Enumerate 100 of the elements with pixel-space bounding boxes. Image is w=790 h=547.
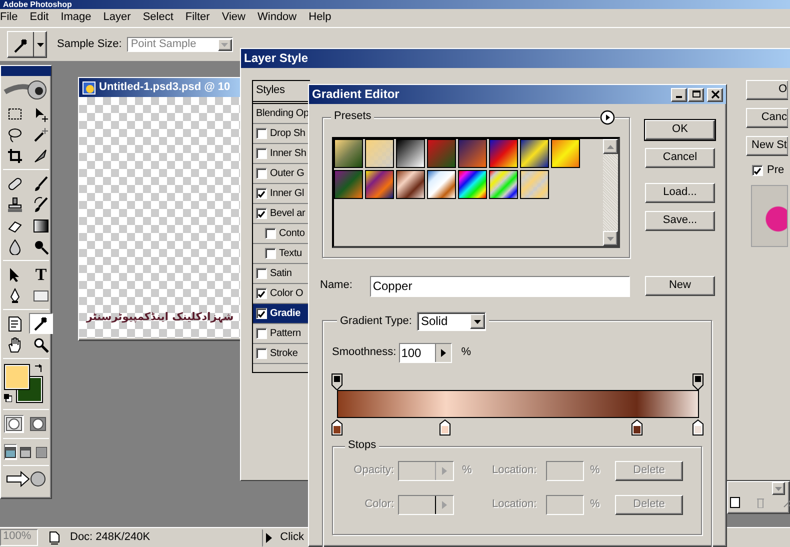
- mask-mode-button[interactable]: [28, 415, 48, 433]
- gradient-swatch[interactable]: [551, 139, 580, 168]
- arrow-circle-icon: [600, 110, 615, 125]
- tool-preset-button[interactable]: [7, 31, 47, 58]
- stamp-icon: [7, 196, 23, 212]
- jump-to-button[interactable]: [4, 469, 48, 489]
- dialog-title: Layer Style: [244, 51, 308, 66]
- tool-button[interactable]: T: [29, 264, 53, 285]
- preview-checkbox[interactable]: [752, 165, 763, 176]
- checkbox[interactable]: [256, 128, 267, 139]
- dialog-button[interactable]: O: [746, 80, 788, 100]
- menu-item[interactable]: Window: [258, 10, 297, 24]
- maximize-icon: [692, 90, 700, 99]
- status-hint: Click: [280, 530, 304, 544]
- window-icon: [36, 446, 47, 458]
- menu-item[interactable]: File: [0, 10, 18, 24]
- checkbox[interactable]: [256, 268, 267, 279]
- drop-icon: [7, 238, 23, 254]
- group-label: Stops: [345, 439, 380, 452]
- opacity-stop-handle[interactable]: [331, 373, 343, 390]
- checkbox[interactable]: [256, 348, 267, 359]
- circle-icon: [6, 417, 22, 431]
- presets-menu-button[interactable]: [600, 110, 615, 125]
- play-icon: [441, 349, 446, 357]
- caret-icon: [775, 486, 782, 490]
- color-stop-handle[interactable]: [331, 419, 343, 436]
- gradient-swatch[interactable]: [520, 170, 549, 199]
- color-stop-handle[interactable]: [439, 419, 452, 436]
- dialog-button[interactable]: OK: [645, 120, 715, 140]
- gradient-swatch[interactable]: [365, 139, 394, 168]
- new-layer-icon: [730, 497, 740, 508]
- dialog-button[interactable]: New St: [746, 136, 788, 156]
- menu-item[interactable]: Select: [142, 10, 174, 24]
- field-label: Sample Size:: [57, 38, 122, 52]
- opacity-stop-handle[interactable]: [692, 373, 704, 390]
- color-stop-handle[interactable]: [630, 419, 643, 436]
- lasso-icon: [7, 126, 23, 142]
- checkbox[interactable]: [265, 248, 276, 259]
- screen-mode-button[interactable]: [4, 444, 18, 460]
- gradient-swatch[interactable]: [489, 139, 518, 168]
- brush-icon: [33, 176, 49, 192]
- gradient-swatch[interactable]: [427, 170, 456, 199]
- color-stop-handle[interactable]: [692, 419, 704, 436]
- app-title: Adobe Photoshop: [3, 0, 72, 9]
- checkbox[interactable]: [265, 228, 276, 239]
- checkbox[interactable]: [256, 188, 267, 199]
- scrollbar[interactable]: [603, 139, 618, 246]
- new-button[interactable]: New: [645, 276, 715, 296]
- wand-icon: [33, 126, 49, 142]
- gradient-swatch[interactable]: [458, 139, 487, 168]
- style-preview: [751, 185, 788, 248]
- menu-item[interactable]: Filter: [185, 10, 210, 24]
- zoom-icon: [33, 336, 49, 352]
- screen-mode-button[interactable]: [34, 444, 48, 460]
- name-field[interactable]: Copper: [370, 276, 630, 296]
- foreground-swatch[interactable]: [4, 364, 30, 390]
- gradient-swatch[interactable]: [365, 170, 394, 199]
- toolbox-title-bar: [1, 66, 51, 76]
- menu-item[interactable]: Help: [308, 10, 332, 24]
- document-icon: [82, 80, 96, 94]
- gradient-swatch[interactable]: [427, 139, 456, 168]
- style-list-item[interactable]: Gradie: [253, 304, 310, 324]
- minimize-button[interactable]: [671, 88, 687, 102]
- checkbox[interactable]: [256, 288, 267, 299]
- lollipop-icon: [33, 238, 49, 254]
- crop-icon: [7, 148, 23, 164]
- gradient-swatch[interactable]: [334, 139, 363, 168]
- gradient-swatch[interactable]: [458, 170, 487, 199]
- gradient-bar[interactable]: [337, 390, 699, 418]
- mask-mode-button[interactable]: [4, 415, 24, 433]
- menu-item[interactable]: Edit: [30, 10, 49, 24]
- maximize-button[interactable]: [688, 88, 704, 102]
- menu-item[interactable]: Layer: [103, 10, 131, 24]
- window-icon: [5, 446, 16, 458]
- smoothness-field[interactable]: 100: [399, 343, 452, 363]
- dropdown-arrow-button[interactable]: [772, 482, 785, 495]
- menu-item[interactable]: View: [222, 10, 246, 24]
- gradient-swatch[interactable]: [489, 170, 518, 199]
- checkbox[interactable]: [256, 328, 267, 339]
- checkbox[interactable]: [256, 168, 267, 179]
- dialog-button[interactable]: Canc: [746, 108, 788, 128]
- screen-mode-button[interactable]: [19, 444, 33, 460]
- dialog-button[interactable]: Load...: [645, 183, 715, 203]
- checkbox[interactable]: [256, 308, 267, 319]
- checkbox[interactable]: [256, 208, 267, 219]
- checkbox[interactable]: [256, 148, 267, 159]
- dialog-button[interactable]: Save...: [645, 211, 715, 231]
- gradient-swatch[interactable]: [396, 139, 425, 168]
- tool-button[interactable]: [29, 313, 53, 334]
- field-label: Location:: [492, 498, 538, 512]
- dialog-button[interactable]: Cancel: [645, 148, 715, 168]
- hand-icon: [7, 336, 23, 352]
- gradient-swatch[interactable]: [520, 139, 549, 168]
- gradient-swatch[interactable]: [334, 170, 363, 199]
- close-button[interactable]: [707, 88, 723, 102]
- field-label: Gradient Type:: [340, 314, 412, 328]
- gradient-type-dropdown[interactable]: Solid: [416, 312, 486, 331]
- list-header: Styles: [256, 84, 285, 98]
- gradient-swatch[interactable]: [396, 170, 425, 199]
- menu-item[interactable]: Image: [60, 10, 92, 24]
